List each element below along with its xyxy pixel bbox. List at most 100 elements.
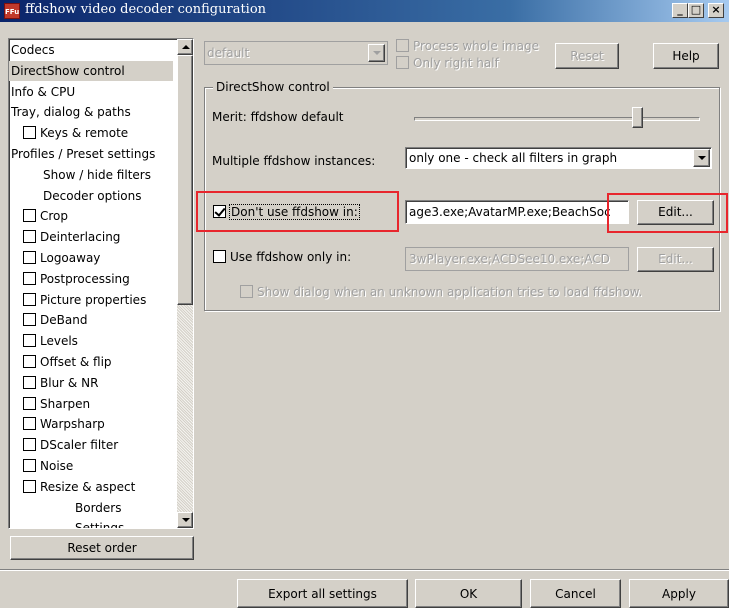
tree-item[interactable]: Logoaway: [23, 248, 100, 268]
close-button[interactable]: ×: [708, 3, 724, 18]
tree-item[interactable]: Deinterlacing: [23, 227, 120, 247]
apply-label: Apply: [662, 587, 696, 601]
preset-value: default: [207, 46, 250, 60]
use-only-edit-label: Edit...: [658, 252, 693, 266]
group-title: DirectShow control: [213, 80, 333, 94]
cancel-button[interactable]: Cancel: [530, 579, 621, 608]
tree-item[interactable]: Blur & NR: [23, 373, 98, 393]
ffdshow-app-icon: FFu: [4, 3, 20, 19]
tree-item[interactable]: Settings: [75, 518, 125, 529]
tree-item-label: Deinterlacing: [40, 230, 121, 245]
maximize-button[interactable]: □: [688, 3, 704, 18]
tree-item[interactable]: Keys & remote: [23, 123, 128, 143]
tree-item[interactable]: Warpsharp: [23, 414, 105, 434]
preset-dropdown-button[interactable]: [368, 44, 385, 62]
tree-item[interactable]: Profiles / Preset settings: [11, 144, 155, 164]
tree-item[interactable]: Postprocessing: [23, 269, 130, 289]
tree-item-label: Tray, dialog & paths: [11, 105, 131, 120]
title-bar: FFu ffdshow video decoder configuration …: [0, 0, 729, 22]
tree-item-checkbox[interactable]: [23, 334, 36, 348]
scroll-thumb[interactable]: [177, 55, 193, 305]
maximize-icon: □: [690, 3, 702, 16]
tree-item[interactable]: Noise: [23, 456, 73, 476]
dont-use-field[interactable]: age3.exe;AvatarMP.exe;BeachSoc: [405, 200, 629, 224]
export-label: Export all settings: [268, 587, 377, 601]
use-only-checkbox[interactable]: [213, 250, 226, 263]
arrow-down-icon: [182, 518, 190, 522]
tree-item[interactable]: Sharpen: [23, 394, 90, 414]
process-whole-image-option[interactable]: Process whole image: [396, 39, 539, 53]
tree-item-label: Profiles / Preset settings: [11, 147, 156, 161]
tree-item-checkbox[interactable]: [23, 396, 36, 410]
merit-label: Merit: ffdshow default: [212, 110, 344, 124]
tree-item-checkbox[interactable]: [23, 126, 36, 140]
show-dialog-option[interactable]: Show dialog when an unknown application …: [240, 285, 642, 299]
tree-item[interactable]: Decoder options: [43, 186, 142, 206]
tree-scrollbar[interactable]: [177, 39, 193, 528]
tree-item-checkbox[interactable]: [23, 251, 36, 264]
tree-item-checkbox[interactable]: [23, 375, 36, 389]
tree-item-label: Noise: [40, 459, 74, 473]
scroll-up-button[interactable]: [177, 39, 193, 55]
tree-item[interactable]: DeBand: [23, 310, 87, 330]
tree-item-checkbox[interactable]: [23, 313, 36, 327]
export-all-settings-button[interactable]: Export all settings: [237, 579, 408, 608]
use-only-option[interactable]: Use ffdshow only in:: [213, 250, 351, 264]
tree-item[interactable]: Borders: [75, 498, 121, 518]
tree-item-checkbox[interactable]: [23, 230, 36, 244]
show-dialog-checkbox[interactable]: [240, 285, 253, 298]
tree-item[interactable]: Crop: [23, 206, 68, 226]
tree-item[interactable]: Offset & flip: [23, 352, 112, 372]
only-right-half-checkbox[interactable]: [396, 56, 409, 69]
tree-item[interactable]: Codecs: [11, 40, 55, 60]
minimize-button[interactable]: _: [672, 3, 688, 18]
tree-item-checkbox[interactable]: [23, 271, 36, 285]
instances-label: Multiple ffdshow instances:: [212, 154, 376, 168]
tree-item-label: Keys & remote: [40, 126, 129, 141]
reset-order-button[interactable]: Reset order: [10, 536, 194, 560]
tree-item-label: DirectShow control: [11, 63, 125, 78]
ok-label: OK: [459, 587, 478, 601]
tree-item[interactable]: DScaler filter: [23, 435, 118, 455]
tree-item-label: Crop: [40, 209, 69, 224]
tree-item-checkbox[interactable]: [23, 209, 36, 223]
merit-slider-track[interactable]: [414, 117, 700, 121]
use-only-field[interactable]: 3wPlayer.exe;ACDSee10.exe;ACD: [405, 247, 629, 271]
tree-item-checkbox[interactable]: [23, 292, 36, 306]
cancel-label: Cancel: [555, 587, 596, 601]
show-dialog-label: Show dialog when an unknown application …: [257, 285, 643, 299]
use-only-edit-button[interactable]: Edit...: [637, 247, 714, 272]
instances-select[interactable]: only one - check all filters in graph: [405, 147, 712, 169]
apply-button[interactable]: Apply: [629, 579, 729, 608]
tree-item[interactable]: DirectShow control: [9, 60, 173, 81]
preset-select[interactable]: default: [204, 41, 388, 65]
only-right-half-option[interactable]: Only right half: [396, 56, 499, 70]
tree-item-checkbox[interactable]: [23, 459, 36, 472]
tree-item[interactable]: Info & CPU: [11, 82, 75, 102]
merit-slider-thumb[interactable]: [632, 107, 643, 128]
process-whole-image-checkbox[interactable]: [396, 39, 409, 52]
tree-item[interactable]: Resize & aspect: [23, 477, 135, 497]
tree-item[interactable]: Show / hide filters: [43, 165, 151, 185]
tree-item[interactable]: Picture properties: [23, 290, 146, 310]
tree-item[interactable]: Tray, dialog & paths: [11, 102, 131, 122]
tree-item-label: Info & CPU: [11, 84, 76, 99]
tree-item-checkbox[interactable]: [23, 417, 36, 431]
tree-item-label: Settings: [75, 521, 125, 529]
ok-button[interactable]: OK: [415, 579, 522, 608]
filter-tree[interactable]: Codecs DirectShow control Info & CPU Tray, …: [8, 38, 194, 529]
help-button[interactable]: Help: [653, 43, 719, 69]
tree-item-label: DeBand: [40, 313, 88, 328]
highlight-box-edit: [607, 193, 728, 233]
reset-button[interactable]: Reset: [555, 43, 619, 69]
use-only-label: Use ffdshow only in:: [230, 250, 352, 264]
scroll-down-button[interactable]: [177, 512, 193, 528]
tree-item-label: Warpsharp: [40, 417, 105, 432]
tree-item-checkbox[interactable]: [23, 479, 36, 493]
tree-item-label: Decoder options: [43, 188, 142, 203]
tree-item[interactable]: Levels: [23, 331, 78, 351]
tree-item-checkbox[interactable]: [23, 355, 36, 368]
instances-dropdown-button[interactable]: [693, 149, 710, 167]
tree-item-checkbox[interactable]: [23, 438, 36, 452]
use-only-value: 3wPlayer.exe;ACDSee10.exe;ACD: [409, 252, 610, 266]
